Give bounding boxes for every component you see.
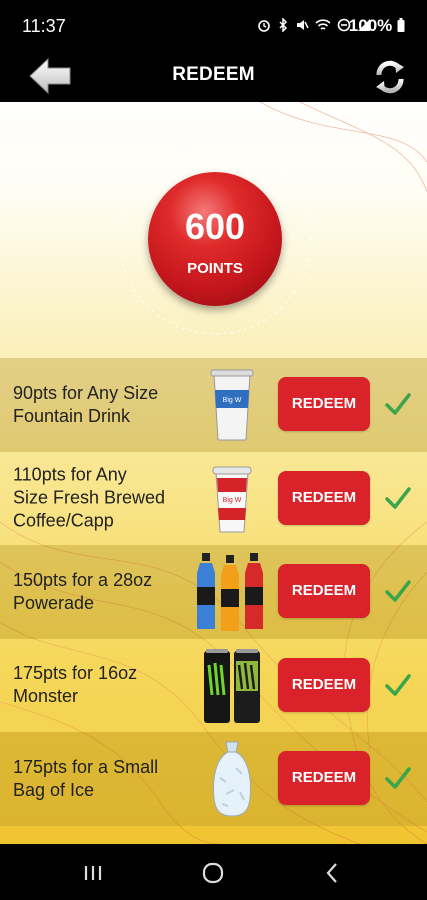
status-time: 11:37 <box>22 16 66 36</box>
powerade-bottles-icon <box>197 553 263 631</box>
svg-text:Big W: Big W <box>223 497 242 504</box>
checkmark-icon <box>385 673 411 696</box>
wifi-icon <box>315 19 331 30</box>
checkmark-icon <box>385 486 411 509</box>
redeem-button[interactable]: REDEEM <box>278 377 370 431</box>
redeem-button[interactable]: REDEEM <box>278 751 370 805</box>
status-bar: 11:37 100% <box>0 0 427 50</box>
reward-row: 90pts for Any Size Fountain Drink Big W … <box>0 358 427 452</box>
reward-description: 110pts for Any Size Fresh Brewed Coffee/… <box>13 464 193 533</box>
recent-apps-button[interactable] <box>78 858 108 888</box>
battery-indicator: 100% <box>349 16 405 36</box>
reward-text-line: Coffee/Capp <box>13 510 114 531</box>
battery-percent: 100% <box>348 16 393 35</box>
refresh-icon <box>376 60 404 94</box>
app-header: REDEEM <box>0 50 427 102</box>
reward-description: 175pts for 16oz Monster <box>13 662 193 708</box>
reward-text-line: Fountain Drink <box>13 405 131 426</box>
reward-text-line: 175pts for a Small <box>13 756 159 777</box>
home-button[interactable] <box>198 858 228 888</box>
back-chevron-icon <box>326 863 337 883</box>
back-arrow-icon <box>29 57 71 95</box>
reward-description: 90pts for Any Size Fountain Drink <box>13 382 193 428</box>
alarm-icon <box>258 20 270 32</box>
reward-text-line: 110pts for Any <box>13 464 127 485</box>
reward-text-line: 175pts for 16oz <box>13 663 138 684</box>
reward-row: 175pts for a Small Bag of Ice REDEEM <box>0 732 427 826</box>
redeem-button[interactable]: REDEEM <box>278 470 370 525</box>
reward-row: 110pts for Any Size Fresh Brewed Coffee/… <box>0 451 427 545</box>
reward-text-line: Monster <box>13 686 79 707</box>
points-label: POINTS <box>187 260 243 277</box>
fountain-cup-icon: Big W <box>210 369 254 441</box>
reward-text-line: Bag of Ice <box>13 779 95 800</box>
system-nav-bar <box>0 844 427 900</box>
checkmark-icon <box>385 393 411 415</box>
points-value: 600 <box>184 206 246 247</box>
home-icon <box>202 862 224 884</box>
reward-text-line: 90pts for Any Size <box>13 382 159 403</box>
reward-description: 150pts for a 28oz Powerade <box>13 569 193 615</box>
redeem-button[interactable]: REDEEM <box>278 564 370 618</box>
monster-cans-icon <box>204 648 260 723</box>
reward-list: 90pts for Any Size Fountain Drink Big W … <box>0 358 427 826</box>
redeem-button[interactable]: REDEEM <box>278 657 370 712</box>
reward-description: 175pts for a Small Bag of Ice <box>13 756 193 802</box>
svg-text:Big W: Big W <box>223 397 242 404</box>
recent-apps-icon <box>84 866 102 880</box>
battery-icon <box>397 18 405 32</box>
reward-row: 150pts for a 28oz Powerade REDEEM <box>0 545 427 639</box>
coffee-cup-icon: Big W <box>212 466 252 532</box>
ice-bag-icon <box>213 741 251 817</box>
back-button[interactable] <box>28 56 72 96</box>
reward-row: 175pts for 16oz Monster REDEEM <box>0 638 427 732</box>
mute-icon <box>297 20 309 30</box>
redeem-content[interactable]: 600 POINTS 90pts for Any Size Fountain D… <box>0 102 427 844</box>
reward-text-line: Powerade <box>13 592 95 613</box>
reward-text-line: Size Fresh Brewed <box>13 487 166 508</box>
bluetooth-icon <box>279 18 288 32</box>
checkmark-icon <box>385 580 411 602</box>
reward-text-line: 150pts for a 28oz <box>13 569 153 590</box>
checkmark-icon <box>385 767 411 789</box>
points-badge: 600 POINTS <box>148 172 282 306</box>
refresh-button[interactable] <box>371 58 409 96</box>
back-nav-button[interactable] <box>318 858 348 888</box>
